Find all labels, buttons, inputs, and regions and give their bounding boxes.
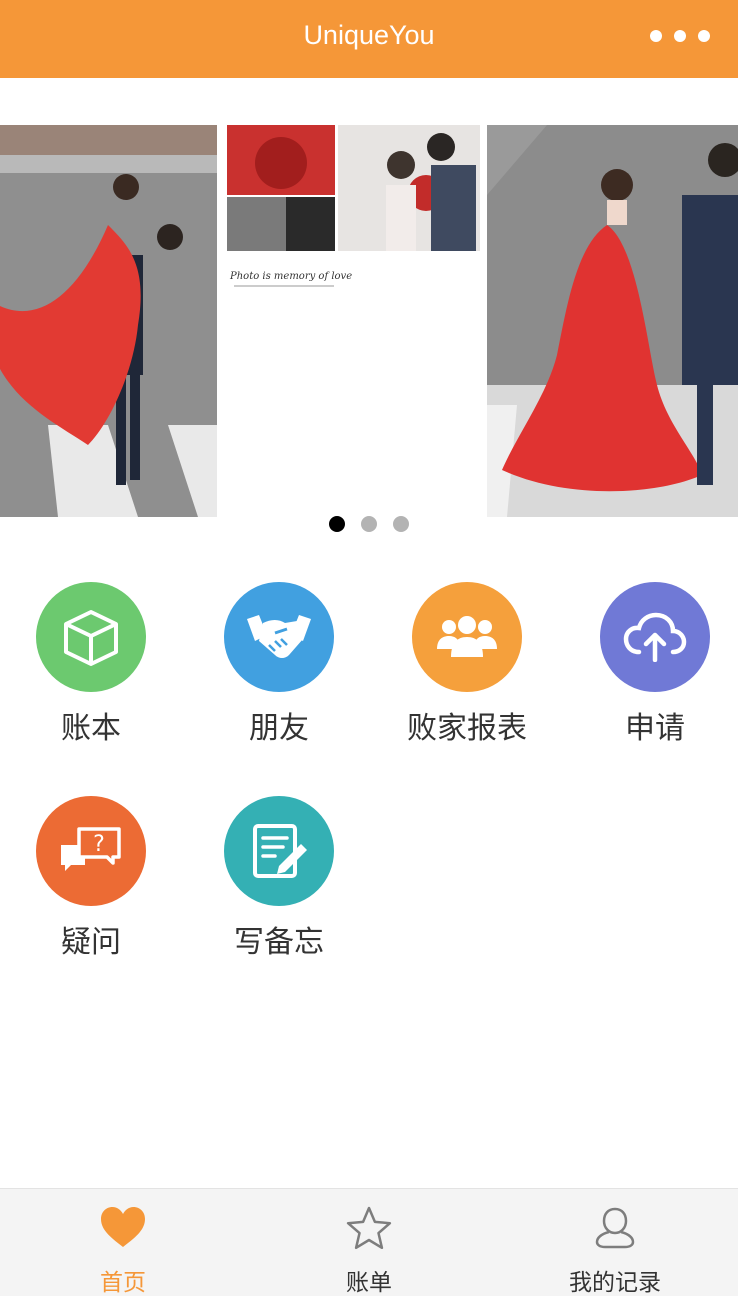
carousel-indicators — [0, 516, 738, 532]
photo-couple-lift-icon — [0, 125, 217, 517]
note-edit-icon — [224, 796, 334, 906]
grid-item-label: 疑问 — [61, 925, 121, 960]
grid-item-ledger[interactable]: 账本 — [0, 582, 185, 749]
heart-icon — [0, 1205, 246, 1253]
carousel-slide-1[interactable] — [0, 125, 217, 517]
carousel-slide-2[interactable]: Photo is memory of love — [226, 125, 482, 517]
bottom-tab-bar: 首页 账单 我的记录 — [0, 1188, 738, 1296]
photo-carousel[interactable]: Photo is memory of love — [0, 125, 738, 517]
tab-label: 账单 — [346, 1270, 392, 1296]
tab-label: 我的记录 — [569, 1270, 661, 1296]
grid-item-memo[interactable]: 写备忘 — [185, 796, 373, 963]
svg-text:?: ? — [93, 832, 105, 857]
grid-item-label: 败家报表 — [407, 711, 527, 746]
star-icon — [246, 1205, 492, 1253]
carousel-dot-3[interactable] — [393, 516, 409, 532]
carousel-dot-1[interactable] — [329, 516, 345, 532]
user-icon — [492, 1205, 738, 1253]
more-dots-icon[interactable] — [650, 30, 710, 42]
cloud-upload-icon — [600, 582, 710, 692]
photo-couple-walk-icon — [487, 125, 738, 517]
grid-item-spending-report[interactable]: 败家报表 — [373, 582, 561, 749]
handshake-icon — [224, 582, 334, 692]
group-icon — [412, 582, 522, 692]
tab-label: 首页 — [100, 1270, 146, 1296]
grid-item-questions[interactable]: ? 疑问 — [0, 796, 185, 963]
tab-home[interactable]: 首页 — [0, 1189, 246, 1297]
grid-item-label: 写备忘 — [234, 925, 324, 960]
cube-icon — [36, 582, 146, 692]
collage-caption: Photo is memory of love — [230, 271, 353, 282]
grid-item-label: 朋友 — [249, 711, 309, 746]
tab-bills[interactable]: 账单 — [246, 1189, 492, 1297]
grid-item-friends[interactable]: 朋友 — [185, 582, 373, 749]
grid-item-label: 申请 — [625, 711, 685, 746]
grid-item-label: 账本 — [61, 711, 121, 746]
tab-my-records[interactable]: 我的记录 — [492, 1189, 738, 1297]
top-bar: UniqueYou — [0, 0, 738, 78]
photo-collage-roses-icon — [226, 125, 482, 517]
carousel-slide-3[interactable] — [487, 125, 738, 517]
caption-line — [234, 285, 334, 287]
question-chat-icon: ? — [36, 796, 146, 906]
carousel-dot-2[interactable] — [361, 516, 377, 532]
app-title: UniqueYou — [303, 20, 435, 50]
grid-item-apply[interactable]: 申请 — [561, 582, 738, 749]
